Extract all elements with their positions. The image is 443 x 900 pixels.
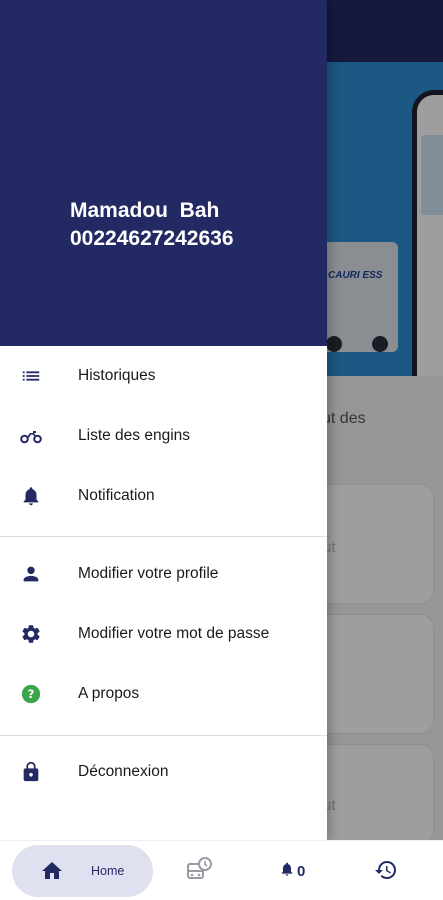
menu-item-historiques[interactable]: Historiques: [0, 348, 327, 404]
drawer-header: Mamadou Bah 00224627242636: [0, 0, 327, 346]
help-icon: ?: [19, 682, 43, 706]
menu-item-modifier-mot-de-passe[interactable]: Modifier votre mot de passe: [0, 606, 327, 662]
menu-item-label: Déconnexion: [78, 763, 169, 780]
person-icon: [19, 562, 43, 586]
list-icon: [19, 364, 43, 388]
bottom-navigation: Home 0: [0, 840, 443, 900]
bell-icon: [279, 861, 295, 882]
lock-icon: [19, 760, 43, 784]
nav-home-label: Home: [91, 864, 125, 878]
notification-count: 0: [297, 863, 306, 880]
history-icon: [374, 858, 398, 887]
nav-home-button[interactable]: Home: [12, 845, 153, 897]
menu-item-engins[interactable]: Liste des engins: [0, 408, 327, 464]
menu-item-label: A propos: [78, 685, 140, 702]
user-phone: 00224627242636: [70, 227, 234, 250]
bus-clock-icon: [185, 856, 213, 889]
user-name: Mamadou Bah: [70, 199, 220, 222]
menu-item-label: Modifier votre mot de passe: [78, 625, 270, 642]
menu-divider: [0, 735, 327, 736]
gear-icon: [19, 622, 43, 646]
menu-item-label: Modifier votre profile: [78, 565, 219, 582]
menu-item-a-propos[interactable]: ? A propos: [0, 666, 327, 722]
nav-history-button[interactable]: [371, 857, 401, 887]
menu-item-notification[interactable]: Notification: [0, 468, 327, 524]
nav-bus-schedule-button[interactable]: [184, 856, 214, 889]
home-icon: [40, 859, 64, 883]
motorcycle-icon: [19, 424, 43, 448]
nav-notification-button[interactable]: 0: [279, 861, 305, 882]
menu-item-label: Liste des engins: [78, 427, 191, 444]
menu-item-label: Notification: [78, 487, 155, 504]
bell-icon: [19, 484, 43, 508]
svg-text:?: ?: [28, 687, 35, 701]
navigation-drawer: Mamadou Bah 00224627242636 Historiques L…: [0, 0, 327, 840]
menu-item-label: Historiques: [78, 367, 156, 384]
menu-divider: [0, 536, 327, 537]
menu-item-deconnexion[interactable]: Déconnexion: [0, 744, 327, 800]
menu-item-modifier-profile[interactable]: Modifier votre profile: [0, 546, 327, 602]
